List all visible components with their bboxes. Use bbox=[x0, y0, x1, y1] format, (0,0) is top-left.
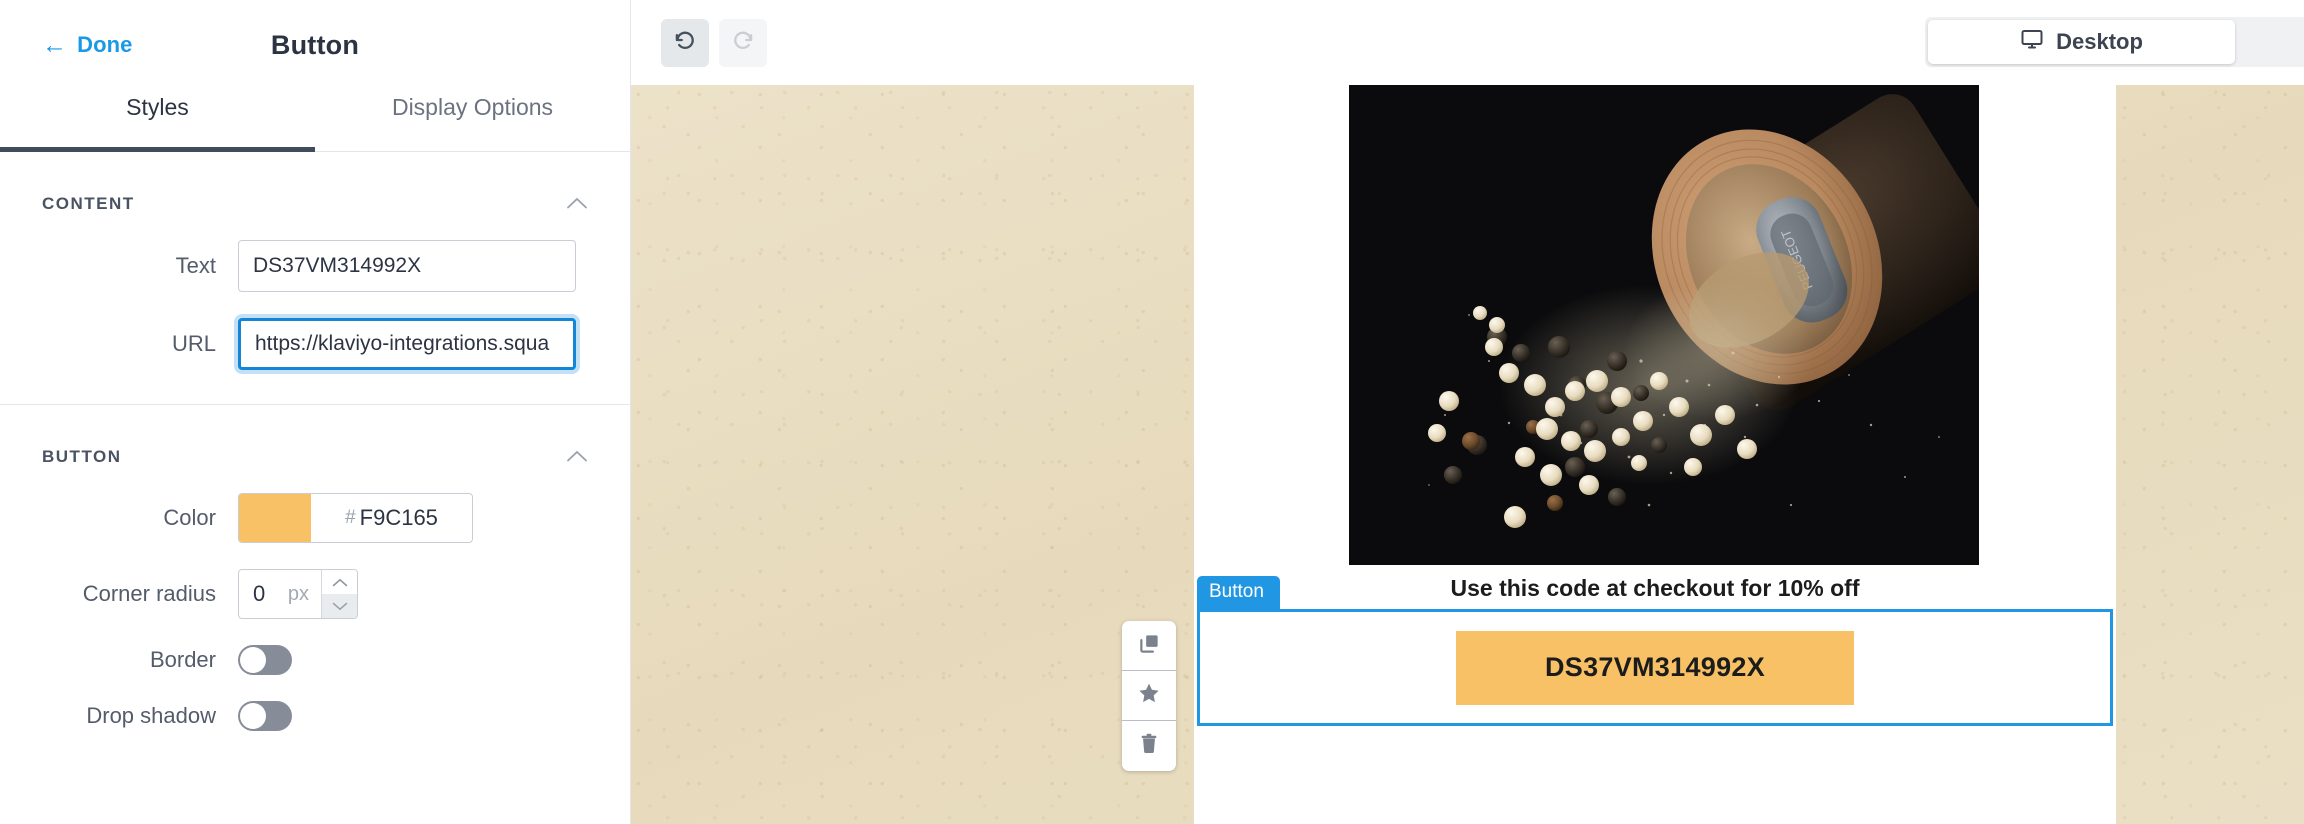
border-label: Border bbox=[149, 647, 216, 672]
field-row-drop-shadow: Drop shadow bbox=[0, 701, 630, 731]
device-option-desktop[interactable]: Desktop bbox=[1928, 20, 2235, 64]
field-row-color: Color # F9C165 bbox=[0, 493, 630, 543]
field-row-text: Text DS37VM314992X bbox=[0, 240, 630, 292]
drop-shadow-toggle[interactable] bbox=[238, 701, 292, 731]
sidebar-header: ← Done Button bbox=[0, 0, 630, 90]
hash-symbol: # bbox=[345, 507, 356, 528]
section-button: BUTTON Color # F9C165 Corner radius 0 px… bbox=[0, 405, 630, 731]
section-content-header[interactable]: CONTENT bbox=[0, 152, 630, 214]
desktop-icon bbox=[2020, 27, 2044, 57]
email-editor-app: ← Done Button Styles Display Options CON… bbox=[0, 0, 2304, 824]
color-hex-value[interactable]: # F9C165 bbox=[311, 494, 472, 542]
block-actions-toolbar bbox=[1122, 621, 1176, 771]
tab-styles[interactable]: Styles bbox=[0, 90, 315, 152]
color-picker-field[interactable]: # F9C165 bbox=[238, 493, 473, 543]
redo-icon bbox=[730, 27, 756, 58]
history-buttons bbox=[661, 18, 767, 67]
corner-radius-unit: px bbox=[287, 582, 309, 605]
settings-sidebar: ← Done Button Styles Display Options CON… bbox=[0, 0, 631, 824]
section-button-header[interactable]: BUTTON bbox=[0, 405, 630, 467]
hero-image[interactable]: PEUGEOT bbox=[1349, 85, 1979, 565]
sidebar-tabs: Styles Display Options bbox=[0, 90, 630, 152]
corner-radius-stepper[interactable]: 0 px bbox=[238, 569, 358, 619]
device-option-desktop-label: Desktop bbox=[2056, 29, 2143, 54]
color-field-label: Color bbox=[163, 505, 216, 530]
stepper-decrement-button[interactable] bbox=[322, 594, 357, 618]
field-row-corner-radius: Corner radius 0 px bbox=[0, 569, 630, 619]
selected-block[interactable]: Button DS37VM314992X bbox=[1197, 576, 2113, 726]
stepper-increment-button[interactable] bbox=[322, 570, 357, 594]
trash-icon bbox=[1138, 732, 1160, 760]
url-input-value: https://klaviyo-integrations.squa bbox=[255, 332, 550, 355]
drop-shadow-toggle-knob bbox=[240, 703, 266, 729]
section-content: CONTENT Text DS37VM314992X URL https://k… bbox=[0, 152, 630, 405]
arrow-left-icon: ← bbox=[42, 30, 68, 59]
device-toggle: Desktop Mobile bbox=[1925, 17, 2304, 67]
stepper-buttons bbox=[321, 570, 357, 618]
color-hex-text: F9C165 bbox=[359, 505, 438, 530]
duplicate-block-button[interactable] bbox=[1122, 621, 1176, 671]
duplicate-icon bbox=[1138, 632, 1161, 660]
selected-block-badge: Button bbox=[1197, 576, 1280, 609]
corner-radius-label: Corner radius bbox=[82, 581, 216, 606]
tab-display-options-label: Display Options bbox=[391, 94, 554, 120]
drop-shadow-label: Drop shadow bbox=[86, 703, 216, 728]
undo-icon bbox=[672, 27, 698, 58]
cta-button-label: DS37VM314992X bbox=[1544, 652, 1766, 682]
section-content-title: CONTENT bbox=[42, 194, 135, 213]
chevron-up-icon[interactable] bbox=[566, 447, 588, 467]
chevron-up-icon[interactable] bbox=[566, 194, 588, 214]
preview-pane: Desktop Mobile bbox=[631, 0, 2304, 824]
corner-radius-value: 0 bbox=[253, 581, 266, 606]
field-row-url: URL https://klaviyo-integrations.squa bbox=[0, 318, 630, 370]
url-input[interactable]: https://klaviyo-integrations.squa bbox=[238, 318, 576, 370]
url-field-label: URL bbox=[171, 331, 216, 356]
section-button-title: BUTTON bbox=[42, 447, 122, 466]
device-option-mobile[interactable]: Mobile bbox=[2235, 20, 2304, 64]
text-input[interactable]: DS37VM314992X bbox=[238, 240, 576, 292]
border-toggle[interactable] bbox=[238, 645, 292, 675]
corner-radius-input[interactable]: 0 px bbox=[239, 570, 321, 618]
delete-block-button[interactable] bbox=[1122, 721, 1176, 771]
cta-button[interactable]: DS37VM314992X bbox=[1456, 630, 1854, 705]
undo-button[interactable] bbox=[661, 18, 709, 67]
text-input-value: DS37VM314992X bbox=[253, 254, 422, 277]
preview-toolbar: Desktop Mobile bbox=[631, 0, 2304, 85]
done-button[interactable]: ← Done bbox=[42, 32, 133, 58]
redo-button bbox=[719, 18, 767, 67]
border-toggle-knob bbox=[240, 647, 266, 673]
save-to-library-button[interactable] bbox=[1122, 671, 1176, 721]
email-canvas: PEUGEOT Use this code at checkout for 10… bbox=[631, 85, 2304, 824]
tab-display-options[interactable]: Display Options bbox=[315, 90, 630, 151]
promo-text[interactable]: Use this code at checkout for 10% off bbox=[1194, 575, 2116, 602]
color-swatch[interactable] bbox=[239, 494, 311, 542]
star-icon bbox=[1137, 681, 1161, 710]
text-field-label: Text bbox=[175, 253, 216, 278]
tab-styles-label: Styles bbox=[126, 94, 189, 120]
field-row-border: Border bbox=[0, 645, 630, 675]
done-button-label: Done bbox=[77, 32, 133, 57]
